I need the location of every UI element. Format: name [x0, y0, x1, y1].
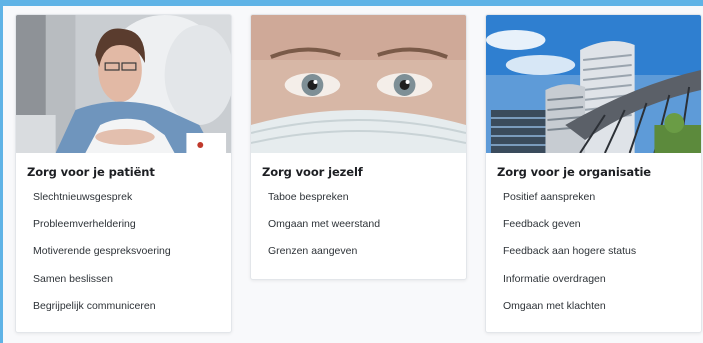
link-positief-aanspreken[interactable]: Positief aanspreken — [503, 185, 701, 212]
link-feedback-geven[interactable]: Feedback geven — [503, 212, 701, 239]
top-accent-strip — [0, 0, 703, 6]
link-list: Positief aanspreken Feedback geven Feedb… — [486, 185, 701, 321]
link-list: Slechtnieuwsgesprek Probleemverheldering… — [16, 185, 231, 321]
card-title: Zorg voor je organisatie — [497, 165, 652, 179]
hospital-building-exterior-photo[interactable] — [486, 15, 701, 153]
link-samen-beslissen[interactable]: Samen beslissen — [33, 267, 231, 294]
face-with-surgical-mask-photo[interactable] — [251, 15, 466, 153]
patient-in-hospital-bed-photo[interactable] — [16, 15, 231, 153]
link-grenzen-aangeven[interactable]: Grenzen aangeven — [268, 239, 466, 266]
link-probleemverheldering[interactable]: Probleemverheldering — [33, 212, 231, 239]
link-taboe-bespreken[interactable]: Taboe bespreken — [268, 185, 466, 212]
left-accent-strip — [0, 0, 3, 343]
link-slechtnieuwsgesprek[interactable]: Slechtnieuwsgesprek — [33, 185, 231, 212]
card-title: Zorg voor jezelf — [262, 165, 363, 179]
link-feedback-aan-hogere-status[interactable]: Feedback aan hogere status — [503, 239, 701, 266]
link-omgaan-met-klachten[interactable]: Omgaan met klachten — [503, 294, 701, 321]
link-motiverende-gespreksvoering[interactable]: Motiverende gespreksvoering — [33, 239, 231, 266]
link-omgaan-met-weerstand[interactable]: Omgaan met weerstand — [268, 212, 466, 239]
link-begrijpelijk-communiceren[interactable]: Begrijpelijk communiceren — [33, 294, 231, 321]
card-self: Zorg voor jezelf Taboe bespreken Omgaan … — [250, 14, 467, 280]
link-list: Taboe bespreken Omgaan met weerstand Gre… — [251, 185, 466, 267]
card-organisation: Zorg voor je organisatie Positief aanspr… — [485, 14, 702, 333]
link-informatie-overdragen[interactable]: Informatie overdragen — [503, 267, 701, 294]
card-patient: Zorg voor je patiënt Slechtnieuwsgesprek… — [15, 14, 232, 333]
card-title: Zorg voor je patiënt — [27, 165, 155, 179]
